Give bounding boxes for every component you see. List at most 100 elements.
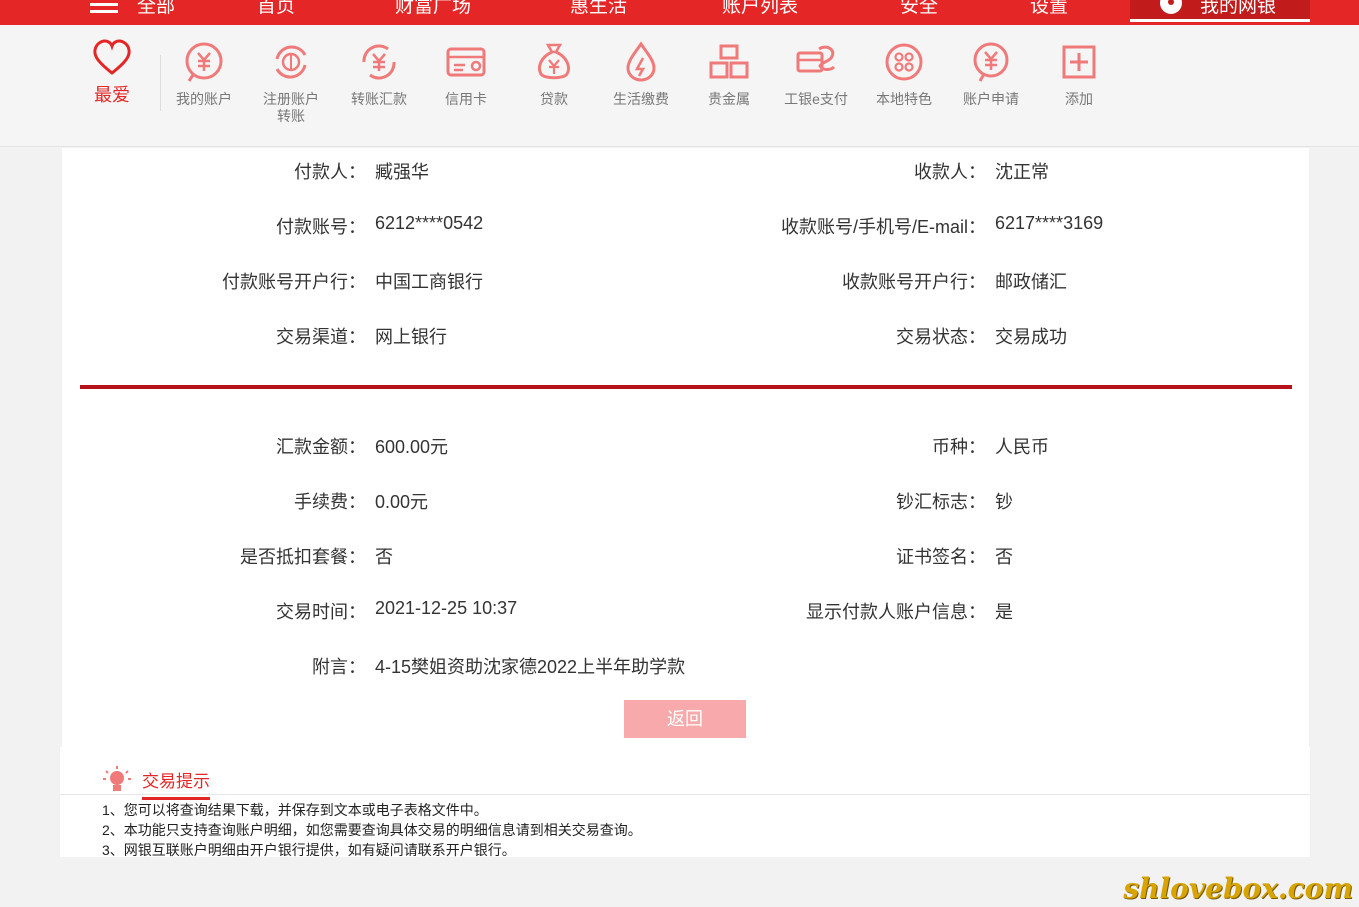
nav-item-home[interactable]: 首页 <box>257 0 295 18</box>
cert-label: 证书签名： <box>896 547 986 567</box>
tip-item: 3、网银互联账户明细由开户银行提供，如有疑问请联系开户银行。 <box>102 842 516 858</box>
my-bank-label: 我的网银 <box>1200 0 1277 17</box>
detail-row: 付款人： <box>62 158 366 182</box>
lightbulb-icon <box>103 766 131 791</box>
credit-card-icon <box>446 47 486 77</box>
quick-label: 工银e支付 <box>784 91 848 107</box>
time-label: 交易时间： <box>276 602 366 622</box>
detail-row: 付款账号： <box>62 213 366 237</box>
nav-item-security[interactable]: 安全 <box>900 0 938 18</box>
water-drop-icon <box>626 41 656 82</box>
cash-flag-label: 钞汇标志： <box>896 492 986 512</box>
nav-item-wealth[interactable]: 财富广场 <box>395 0 471 18</box>
detail-row: 收款账号开户行： <box>682 268 986 292</box>
add-icon <box>1062 45 1096 79</box>
detail-row: 汇款金额： <box>62 433 366 457</box>
amount-value: 600.00元 <box>375 437 449 457</box>
channel-value: 网上银行 <box>375 327 447 347</box>
status-value: 交易成功 <box>995 327 1067 347</box>
tip-item: 1、您可以将查询结果下载，并保存到文本或电子表格文件中。 <box>102 802 488 818</box>
payer-bank-value: 中国工商银行 <box>375 272 483 292</box>
channel-label: 交易渠道： <box>276 327 366 347</box>
quick-label: 注册账户 转账 <box>263 91 319 124</box>
quick-life-payment[interactable]: 生活缴费 <box>603 41 679 108</box>
my-bank-tab[interactable]: 我的网银 <box>1130 0 1310 22</box>
payer-account-value: 6212****0542 <box>375 213 484 233</box>
money-bag-icon <box>537 43 571 80</box>
show-payer-value: 是 <box>995 602 1013 622</box>
fee-label: 手续费： <box>294 492 366 512</box>
detail-row: 收款人： <box>682 158 986 182</box>
currency-label: 币种： <box>932 437 986 457</box>
quick-label: 贵金属 <box>708 91 750 107</box>
hamburger-menu-icon[interactable] <box>90 0 118 13</box>
tips-divider <box>60 794 1310 795</box>
detail-row: 显示付款人账户信息： <box>682 598 986 622</box>
gold-bars-icon <box>709 44 749 79</box>
detail-row: 交易渠道： <box>62 323 366 347</box>
quick-e-pay[interactable]: 工银e支付 <box>778 41 854 108</box>
my-bank-icon <box>1160 0 1182 14</box>
section-divider <box>80 385 1292 389</box>
quick-credit-card[interactable]: 信用卡 <box>428 41 504 108</box>
quick-add[interactable]: 添加 <box>1041 41 1117 108</box>
transaction-tips: 交易提示 1、您可以将查询结果下载，并保存到文本或电子表格文件中。 2、本功能只… <box>60 747 1310 858</box>
detail-row: 付款账号开户行： <box>62 268 366 292</box>
amount-label: 汇款金额： <box>276 437 366 457</box>
nav-item-settings[interactable]: 设置 <box>1030 0 1068 18</box>
refresh-coin-icon <box>275 45 307 79</box>
cert-value: 否 <box>995 547 1013 567</box>
currency-value: 人民币 <box>995 437 1049 457</box>
nav-item-all[interactable]: 全部 <box>137 0 175 18</box>
payer-value: 臧强华 <box>375 162 429 182</box>
nav-item-life[interactable]: 惠生活 <box>570 0 627 18</box>
quick-register-transfer[interactable]: 注册账户 转账 <box>253 41 329 125</box>
transaction-detail-panel: 付款人： 臧强华 收款人： 沈正常 付款账号： 6212****0542 收款账… <box>62 148 1309 747</box>
memo-label: 附言： <box>312 657 366 677</box>
watermark: shlovebox.com <box>1123 872 1353 905</box>
quick-label: 信用卡 <box>445 91 487 107</box>
top-nav-bar: 全部 首页 财富广场 惠生活 账户列表 安全 设置 我的网银 <box>0 0 1359 25</box>
heart-icon <box>93 39 131 75</box>
detail-row: 证书签名： <box>682 543 986 567</box>
detail-row: 附言： <box>62 653 366 677</box>
status-label: 交易状态： <box>896 327 986 347</box>
quick-loan[interactable]: 贷款 <box>516 41 592 108</box>
quick-local-feature[interactable]: 本地特色 <box>866 41 942 108</box>
e-pay-icon <box>796 45 836 73</box>
quick-label: 我的账户 <box>176 91 232 107</box>
quick-label: 生活缴费 <box>613 91 669 107</box>
quick-my-account[interactable]: 我的账户 <box>166 41 242 108</box>
quick-account-apply[interactable]: 账户申请 <box>953 41 1029 108</box>
nav-item-accounts[interactable]: 账户列表 <box>722 0 798 18</box>
detail-row: 钞汇标志： <box>682 488 986 512</box>
favorite-button[interactable]: 最爱 <box>82 39 142 107</box>
payer-label: 付款人： <box>294 162 366 182</box>
package-value: 否 <box>375 547 393 567</box>
quick-label: 本地特色 <box>876 91 932 107</box>
payee-account-label: 收款账号/手机号/E-mail： <box>780 217 986 237</box>
detail-row: 交易时间： <box>62 598 366 622</box>
back-button[interactable]: 返回 <box>624 700 746 738</box>
fee-value: 0.00元 <box>375 492 429 512</box>
local-dots-icon <box>885 43 923 81</box>
show-payer-label: 显示付款人账户信息： <box>806 602 986 622</box>
yuan-coin-icon <box>185 42 223 82</box>
quick-label: 账户申请 <box>963 91 1019 107</box>
payee-value: 沈正常 <box>995 162 1049 182</box>
favorite-label: 最爱 <box>94 85 130 105</box>
payee-label: 收款人： <box>914 162 986 182</box>
detail-row: 交易状态： <box>682 323 986 347</box>
quick-label: 添加 <box>1065 91 1093 107</box>
payer-bank-label: 付款账号开户行： <box>222 272 366 292</box>
detail-row: 手续费： <box>62 488 366 512</box>
time-value: 2021-12-25 10:37 <box>375 598 518 618</box>
payee-bank-value: 邮政储汇 <box>995 272 1067 292</box>
apply-account-icon <box>973 42 1009 82</box>
quick-precious-metal[interactable]: 贵金属 <box>691 41 767 108</box>
quick-label: 贷款 <box>540 91 568 107</box>
detail-row: 是否抵扣套餐： <box>62 543 366 567</box>
quick-transfer[interactable]: 转账汇款 <box>341 41 417 108</box>
package-label: 是否抵扣套餐： <box>240 547 366 567</box>
cash-flag-value: 钞 <box>995 492 1013 512</box>
